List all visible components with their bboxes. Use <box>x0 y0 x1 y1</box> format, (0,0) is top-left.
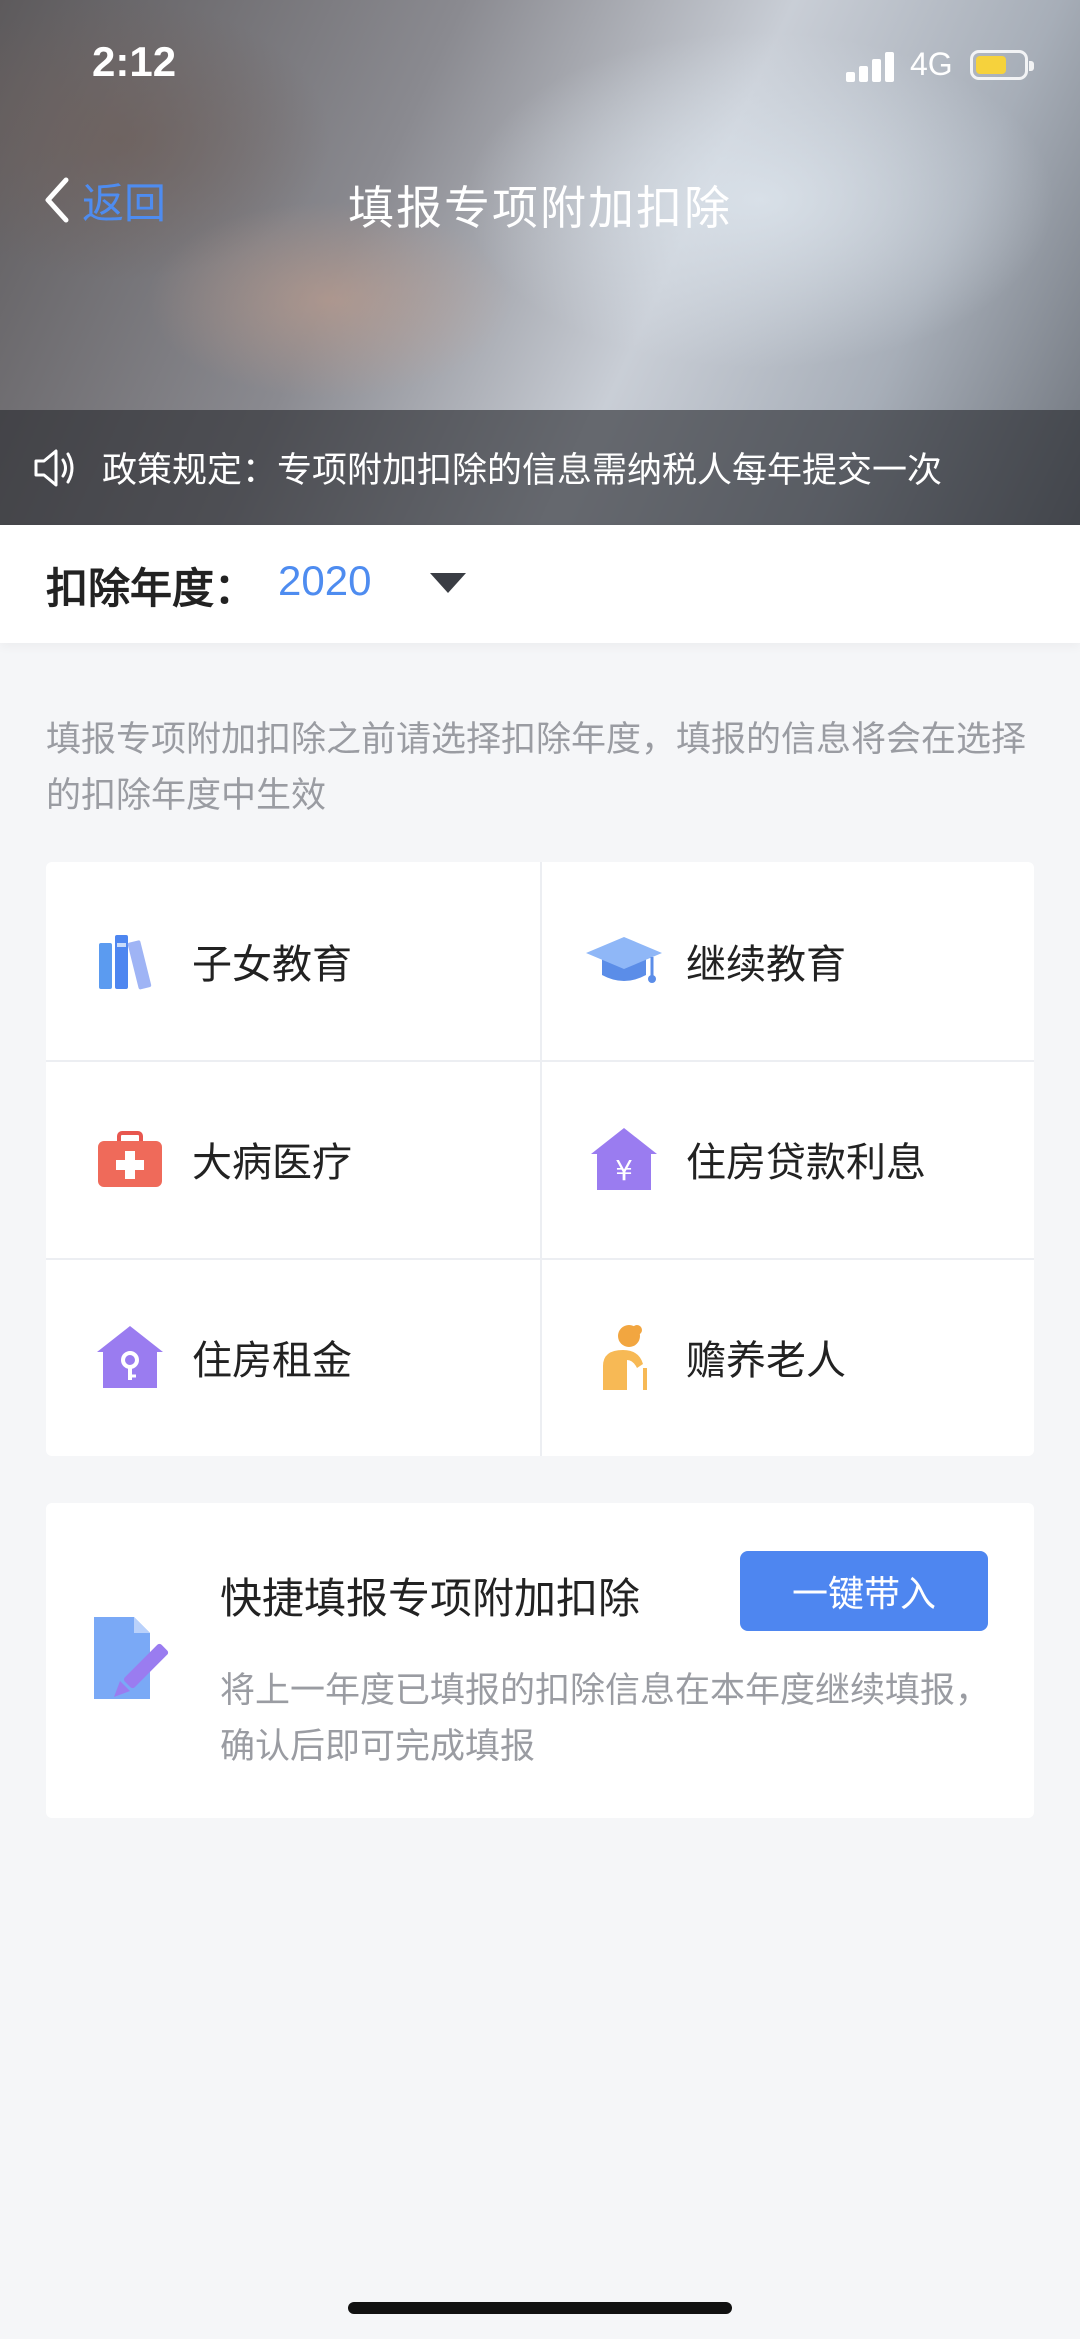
battery-icon <box>970 50 1034 80</box>
medical-kit-icon <box>90 1119 170 1199</box>
year-selector[interactable]: 扣除年度： 2020 <box>0 525 1080 643</box>
books-icon <box>90 921 170 1001</box>
category-label: 住房租金 <box>192 1338 352 1384</box>
category-housing-rent[interactable]: 住房租金 <box>46 1258 540 1456</box>
category-label: 住房贷款利息 <box>686 1140 926 1186</box>
page-title: 填报专项附加扣除 <box>348 181 732 235</box>
quick-fill-card: 快捷填报专项附加扣除 一键带入 将上一年度已填报的扣除信息在本年度继续填报，确认… <box>46 1503 1034 1818</box>
signal-icon <box>846 50 898 82</box>
quick-fill-description: 将上一年度已填报的扣除信息在本年度继续填报，确认后即可完成填报 <box>220 1671 991 1767</box>
svg-text:¥: ¥ <box>615 1154 633 1187</box>
header-background: 2:12 4G 返回 填报专项附加扣除 政策规定：专项附加扣除的信息需纳税人每年… <box>0 0 1080 525</box>
status-time: 2:12 <box>92 38 177 85</box>
document-pen-icon <box>94 1617 169 1699</box>
category-continuing-education[interactable]: 继续教育 <box>540 862 1034 1060</box>
category-housing-loan-interest[interactable]: ¥ 住房贷款利息 <box>540 1060 1034 1258</box>
policy-notice: 政策规定：专项附加扣除的信息需纳税人每年提交一次 <box>0 410 1080 525</box>
year-label: 扣除年度： <box>46 564 257 613</box>
one-click-import-button[interactable]: 一键带入 <box>740 1551 988 1631</box>
quick-fill-title: 快捷填报专项附加扣除 <box>220 1574 641 1623</box>
category-elderly-support[interactable]: 赡养老人 <box>540 1258 1034 1456</box>
category-label: 继续教育 <box>686 942 846 988</box>
category-serious-illness[interactable]: 大病医疗 <box>46 1060 540 1258</box>
home-indicator[interactable] <box>348 2302 732 2314</box>
house-key-icon <box>90 1317 170 1397</box>
notice-text: 政策规定：专项附加扣除的信息需纳税人每年提交一次 <box>102 451 943 491</box>
speaker-icon <box>34 449 74 486</box>
graduation-cap-icon <box>584 921 664 1001</box>
deduction-category-grid: 子女教育 继续教育 大病医疗 ¥ 住房贷款利息 住房租金 赡养老人 <box>46 862 1034 1456</box>
year-value[interactable]: 2020 <box>278 557 371 605</box>
status-bar: 2:12 4G <box>0 0 1080 130</box>
category-label: 大病医疗 <box>192 1140 352 1186</box>
category-label: 赡养老人 <box>686 1338 846 1384</box>
network-type: 4G <box>910 46 953 82</box>
category-children-education[interactable]: 子女教育 <box>46 862 540 1060</box>
nav-bar: 返回 填报专项附加扣除 <box>0 150 1080 250</box>
house-yuan-icon: ¥ <box>584 1119 664 1199</box>
category-label: 子女教育 <box>192 942 352 988</box>
dropdown-caret-icon[interactable] <box>430 573 466 593</box>
elderly-person-icon <box>584 1317 664 1397</box>
year-hint: 填报专项附加扣除之前请选择扣除年度，填报的信息将会在选择的扣除年度中生效 <box>46 720 1027 816</box>
